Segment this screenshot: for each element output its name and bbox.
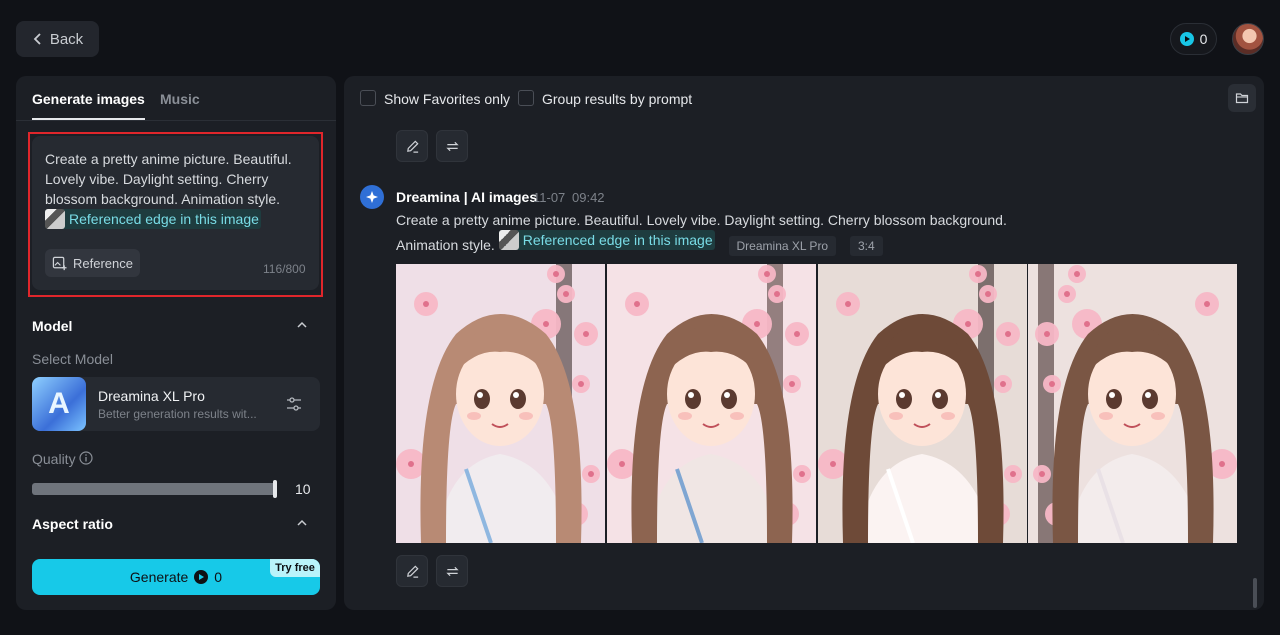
model-section-title: Model: [32, 318, 73, 334]
play-coin-icon: [1179, 32, 1194, 46]
reference-chip-label: Referenced edge in this image: [69, 211, 259, 227]
anime-girl-illustration: [607, 264, 816, 543]
play-coin-icon: [194, 570, 209, 584]
favorites-checkbox[interactable]: [360, 90, 376, 106]
group-by-prompt-checkbox[interactable]: [518, 90, 534, 106]
message-prompt: Create a pretty anime picture. Beautiful…: [396, 210, 1066, 256]
tab-generate-images[interactable]: Generate images: [32, 91, 145, 120]
aspect-ratio-title: Aspect ratio: [32, 516, 113, 532]
anime-girl-illustration: [818, 264, 1027, 543]
model-description: Better generation results wit...: [98, 407, 257, 421]
result-image-2[interactable]: [607, 264, 816, 543]
reference-button-label: Reference: [73, 255, 133, 271]
sliders-icon[interactable]: [285, 395, 303, 413]
anime-girl-illustration: [1028, 264, 1237, 543]
group-by-prompt-label[interactable]: Group results by prompt: [542, 91, 692, 107]
quality-value: 10: [295, 481, 311, 497]
message-reference-chip[interactable]: Referenced edge in this image: [498, 230, 715, 250]
regenerate-button[interactable]: [436, 555, 468, 587]
quality-slider-track[interactable]: [32, 483, 277, 495]
tab-music[interactable]: Music: [160, 91, 200, 107]
dreamina-logo-icon: [360, 185, 384, 209]
message-date: 11-07: [533, 190, 566, 205]
folder-button[interactable]: [1228, 84, 1256, 112]
select-model-label: Select Model: [32, 351, 113, 367]
result-image-1[interactable]: [396, 264, 605, 543]
generate-cost: 0: [214, 569, 223, 585]
result-image-4[interactable]: [1028, 264, 1237, 543]
folder-icon: [1235, 93, 1249, 104]
image-plus-icon: [52, 256, 67, 270]
scrollbar[interactable]: [1253, 578, 1257, 608]
regenerate-icon: [445, 141, 459, 151]
edit-icon: [406, 139, 419, 153]
model-thumbnail: A: [32, 377, 86, 431]
back-label: Back: [49, 30, 84, 48]
try-free-badge: Try free: [270, 559, 320, 577]
reference-chip[interactable]: Referenced edge in this image: [45, 209, 261, 229]
tab-bar: Generate images Music: [16, 76, 336, 121]
info-icon[interactable]: [79, 451, 93, 465]
reference-thumbnail: [498, 230, 519, 250]
message-reference-label: Referenced edge in this image: [522, 232, 713, 248]
quality-slider-handle[interactable]: [273, 480, 277, 498]
credits-count: 0: [1199, 31, 1208, 47]
reference-button[interactable]: Reference: [45, 249, 140, 277]
ratio-tag: 3:4: [850, 236, 883, 256]
avatar[interactable]: [1232, 23, 1264, 55]
prompt-text[interactable]: Create a pretty anime picture. Beautiful…: [45, 149, 307, 234]
result-image-3[interactable]: [818, 264, 1027, 543]
quality-label: Quality: [32, 451, 76, 467]
char-count: 116/800: [263, 262, 306, 276]
anime-girl-illustration: [396, 264, 605, 543]
edit-button[interactable]: [396, 130, 428, 162]
prompt-body: Create a pretty anime picture. Beautiful…: [45, 151, 292, 207]
back-button[interactable]: Back: [16, 21, 99, 57]
message-time: 09:42: [572, 190, 605, 205]
chevron-up-icon[interactable]: [296, 517, 308, 529]
credits-badge[interactable]: 0: [1170, 23, 1217, 55]
generate-label: Generate: [129, 569, 189, 585]
chevron-up-icon[interactable]: [296, 319, 308, 331]
model-name: Dreamina XL Pro: [98, 388, 205, 404]
reference-thumbnail: [45, 209, 65, 229]
chevron-left-icon: [33, 33, 41, 45]
model-tag: Dreamina XL Pro: [728, 236, 837, 256]
regenerate-icon: [445, 566, 459, 576]
message-author: Dreamina | AI images: [396, 189, 538, 205]
favorites-label[interactable]: Show Favorites only: [384, 91, 510, 107]
regenerate-button[interactable]: [436, 130, 468, 162]
edit-button[interactable]: [396, 555, 428, 587]
edit-icon: [406, 564, 419, 578]
